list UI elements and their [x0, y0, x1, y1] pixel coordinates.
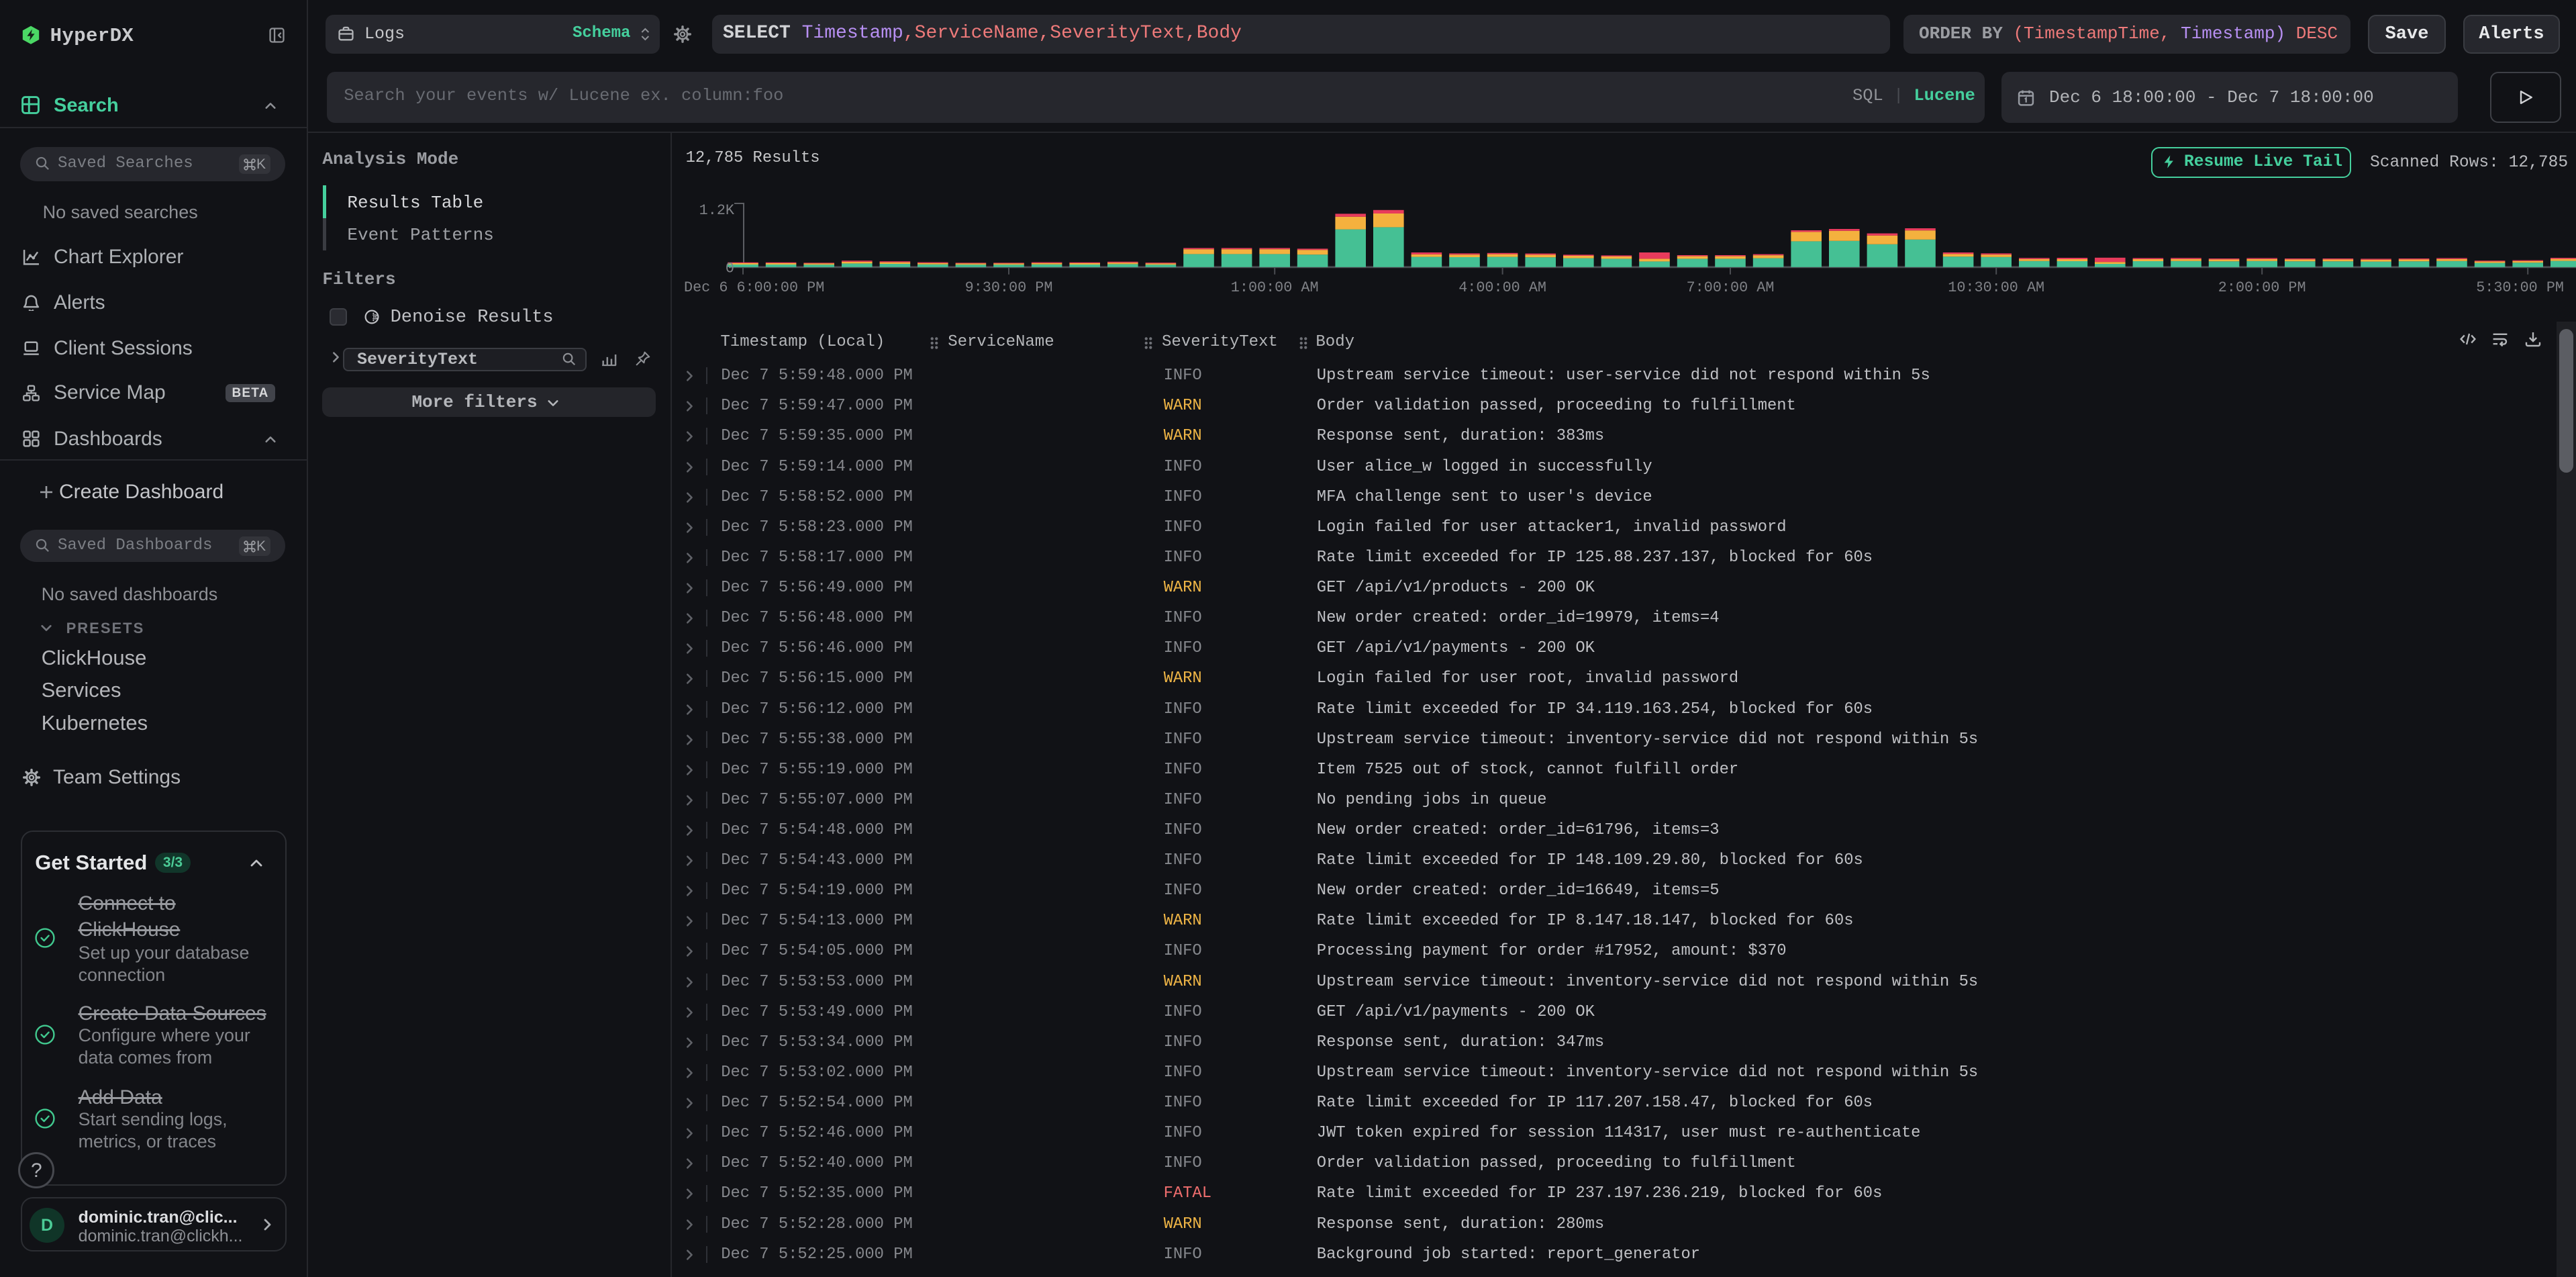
svg-text:1:00:00 AM: 1:00:00 AM: [1231, 279, 1319, 296]
svg-text:9:30:00 PM: 9:30:00 PM: [965, 279, 1053, 296]
svg-text:5:30:00 PM: 5:30:00 PM: [2476, 279, 2564, 296]
svg-text:10:30:00 AM: 10:30:00 AM: [1948, 279, 2044, 296]
svg-text:Dec 6 6:00:00 PM: Dec 6 6:00:00 PM: [684, 279, 824, 296]
svg-text:7:00:00 AM: 7:00:00 AM: [1687, 279, 1775, 296]
svg-text:4:00:00 AM: 4:00:00 AM: [1458, 279, 1546, 296]
svg-text:0: 0: [726, 260, 734, 277]
svg-text:2:00:00 PM: 2:00:00 PM: [2218, 279, 2306, 296]
svg-text:1.2K: 1.2K: [699, 202, 735, 219]
